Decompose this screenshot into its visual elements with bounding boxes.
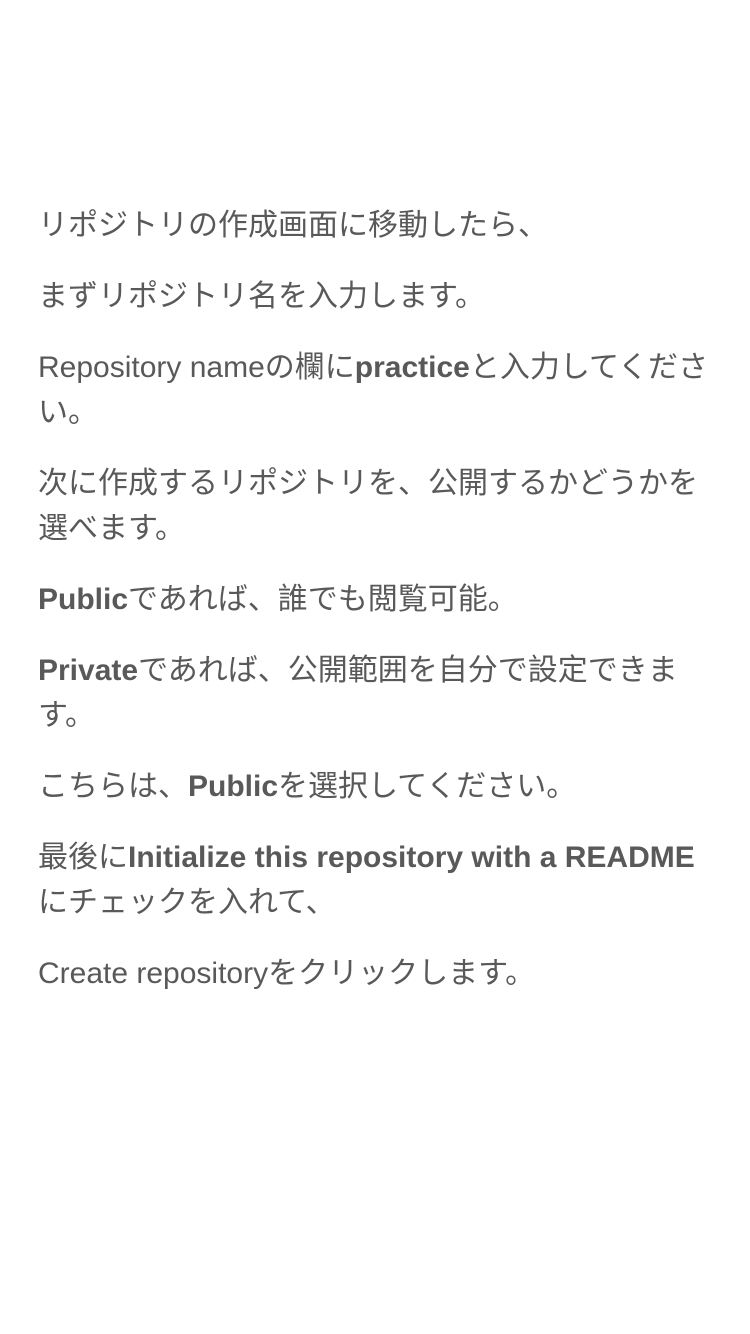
public-keyword-select: Public (188, 770, 279, 803)
create-repository-label: Create repository (38, 957, 269, 990)
public-keyword: Public (38, 583, 129, 616)
readme-prefix: 最後に (38, 840, 128, 875)
select-prefix: こちらは、 (38, 769, 188, 804)
private-keyword: Private (38, 654, 139, 687)
paragraph-select-public: こちらは、Publicを選択してください。 (38, 764, 718, 809)
paragraph-create: Create repositoryをクリックします。 (38, 951, 718, 996)
create-suffix: をクリックします。 (268, 956, 536, 991)
public-description: であれば、誰でも閲覧可能。 (128, 582, 518, 617)
instruction-text: リポジトリの作成画面に移動したら、 まずリポジトリ名を入力します。 Reposi… (38, 203, 718, 1022)
readme-suffix: にチェックを入れて、 (38, 885, 336, 920)
paragraph-repository-name: Repository nameの欄にpracticeと入力してください。 (38, 345, 718, 435)
paragraph-enter-name: まずリポジトリ名を入力します。 (38, 274, 718, 319)
paragraph-navigate: リポジトリの作成画面に移動したら、 (38, 203, 718, 248)
practice-keyword: practice (354, 351, 470, 384)
paragraph-private: Privateであれば、公開範囲を自分で設定できます。 (38, 648, 718, 738)
paragraph-enter-name-text: まずリポジトリ名を入力します。 (38, 279, 485, 314)
paragraph-visibility-text: 次に作成するリポジトリを、公開するかどうかを選べます。 (38, 466, 698, 546)
paragraph-navigate-text: リポジトリの作成画面に移動したら、 (38, 208, 548, 243)
field-phrase: の欄に (264, 350, 355, 385)
paragraph-visibility: 次に作成するリポジトリを、公開するかどうかを選べます。 (38, 461, 718, 551)
readme-keyword: Initialize this repository with a README (128, 841, 695, 874)
paragraph-public: Publicであれば、誰でも閲覧可能。 (38, 577, 718, 622)
paragraph-readme: 最後にInitialize this repository with a REA… (38, 835, 718, 925)
repository-name-label: Repository name (38, 351, 265, 384)
select-suffix: を選択してください。 (278, 769, 577, 804)
